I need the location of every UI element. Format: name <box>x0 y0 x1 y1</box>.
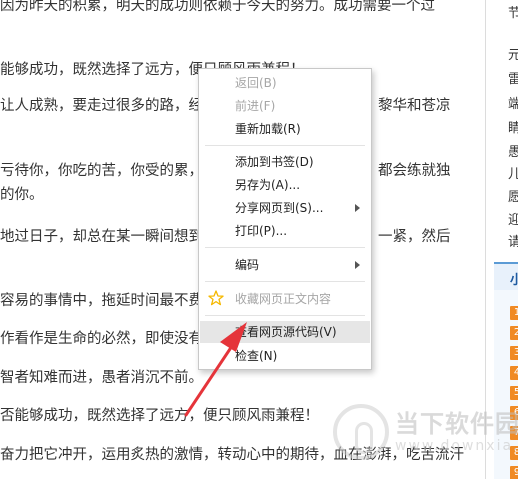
menu-item-forward[interactable]: 前进(F) <box>200 95 370 117</box>
sidebar-link[interactable]: 迎 <box>508 213 518 229</box>
rank-badge: 1 <box>510 306 518 320</box>
star-icon <box>208 290 224 306</box>
article-line: 智者知难而进，愚者消沉不前。 <box>0 370 203 386</box>
sidebar-link[interactable]: 愚 <box>508 145 518 161</box>
watermark-title: 当下软件园 <box>395 410 518 438</box>
sidebar-link[interactable]: 节 <box>508 6 518 22</box>
menu-item-inspect[interactable]: 检查(N) <box>200 345 370 367</box>
menu-item-bookmark[interactable]: 添加到书签(D) <box>200 151 370 173</box>
menu-item-label: 收藏网页正文内容 <box>235 292 332 306</box>
article-line-tail: 黎华和苍凉 <box>378 98 451 114</box>
menu-separator <box>205 315 365 316</box>
watermark-logo-icon <box>333 404 389 460</box>
menu-item-label: 分享网页到(S)... <box>235 201 324 215</box>
article-line: 容易的事情中，拖延时间最不费 <box>0 293 203 309</box>
menu-item-print[interactable]: 打印(P)... <box>200 220 370 242</box>
watermark-domain: www.downxia.com <box>395 438 518 454</box>
menu-item-reload[interactable]: 重新加载(R) <box>200 118 370 140</box>
article-line: 作看作是生命的必然，即使没有 <box>0 331 203 347</box>
menu-item-share[interactable]: 分享网页到(S)... <box>200 197 370 219</box>
article-line-tail: 一紧，然后 <box>378 229 451 245</box>
sidebar-link[interactable]: 儿 <box>508 167 518 183</box>
watermark: 当下软件园 www.downxia.com <box>333 400 518 470</box>
watermark-logo-inner <box>355 422 373 454</box>
menu-separator <box>205 145 365 146</box>
menu-item-label: 编码 <box>235 258 260 272</box>
article-line: 否能够成功，既然选择了远方，便只顾风雨兼程！ <box>0 408 319 424</box>
menu-item-label: 查看网页源代码(V) <box>235 325 337 339</box>
article-line: 让人成熟，要走过很多的路，经 <box>0 98 203 114</box>
context-menu: 返回(B) 前进(F) 重新加载(R) 添加到书签(D) 另存为(A)... 分… <box>198 68 372 370</box>
menu-item-view-source[interactable]: 查看网页源代码(V) <box>200 321 370 343</box>
ranking-title: 小 <box>510 273 518 288</box>
article-line: 地过日子，却总在某一瞬间想到 <box>0 229 203 245</box>
menu-separator <box>205 281 365 282</box>
rank-badge: 9 <box>510 466 518 479</box>
menu-item-label: 前进(F) <box>235 99 276 113</box>
menu-item-label: 另存为(A)... <box>235 178 301 192</box>
browser-viewport: 因为昨天的积累，明天的成功则依赖于今天的努力。成功需要一个过 能够成功，既然选择… <box>0 0 518 479</box>
menu-separator <box>205 247 365 248</box>
menu-item-label: 添加到书签(D) <box>235 155 314 169</box>
menu-item-favorite-text[interactable]: 收藏网页正文内容 <box>200 288 370 310</box>
article-line: 亏待你，你吃的苦，你受的累， <box>0 163 203 179</box>
menu-item-label: 打印(P)... <box>235 224 288 238</box>
article-line-tail: 都会练就独 <box>378 163 451 179</box>
sidebar-link[interactable]: 元 <box>508 48 518 64</box>
rank-badge: 3 <box>510 346 518 360</box>
submenu-arrow-icon <box>355 204 360 212</box>
article-line: 因为昨天的积累，明天的成功则依赖于今天的努力。成功需要一个过 <box>0 0 435 14</box>
rank-badge: 4 <box>510 366 518 380</box>
menu-item-label: 检查(N) <box>235 349 278 363</box>
menu-item-save-as[interactable]: 另存为(A)... <box>200 174 370 196</box>
rank-badge: 2 <box>510 326 518 340</box>
sidebar-link[interactable]: 端 <box>508 97 518 113</box>
article-line: 的你。 <box>0 187 44 203</box>
menu-item-label: 返回(B) <box>235 76 277 90</box>
menu-item-back[interactable]: 返回(B) <box>200 72 370 94</box>
ranking-header: 小 <box>494 264 518 290</box>
sidebar-link[interactable]: 愿 <box>508 190 518 206</box>
sidebar-link[interactable]: 请 <box>508 235 518 251</box>
submenu-arrow-icon <box>355 261 360 269</box>
rank-badge: 5 <box>510 386 518 400</box>
menu-item-encoding[interactable]: 编码 <box>200 254 370 276</box>
sidebar-link[interactable]: 雷 <box>508 72 518 88</box>
sidebar-link[interactable]: 睛 <box>508 121 518 137</box>
menu-item-label: 重新加载(R) <box>235 122 301 136</box>
